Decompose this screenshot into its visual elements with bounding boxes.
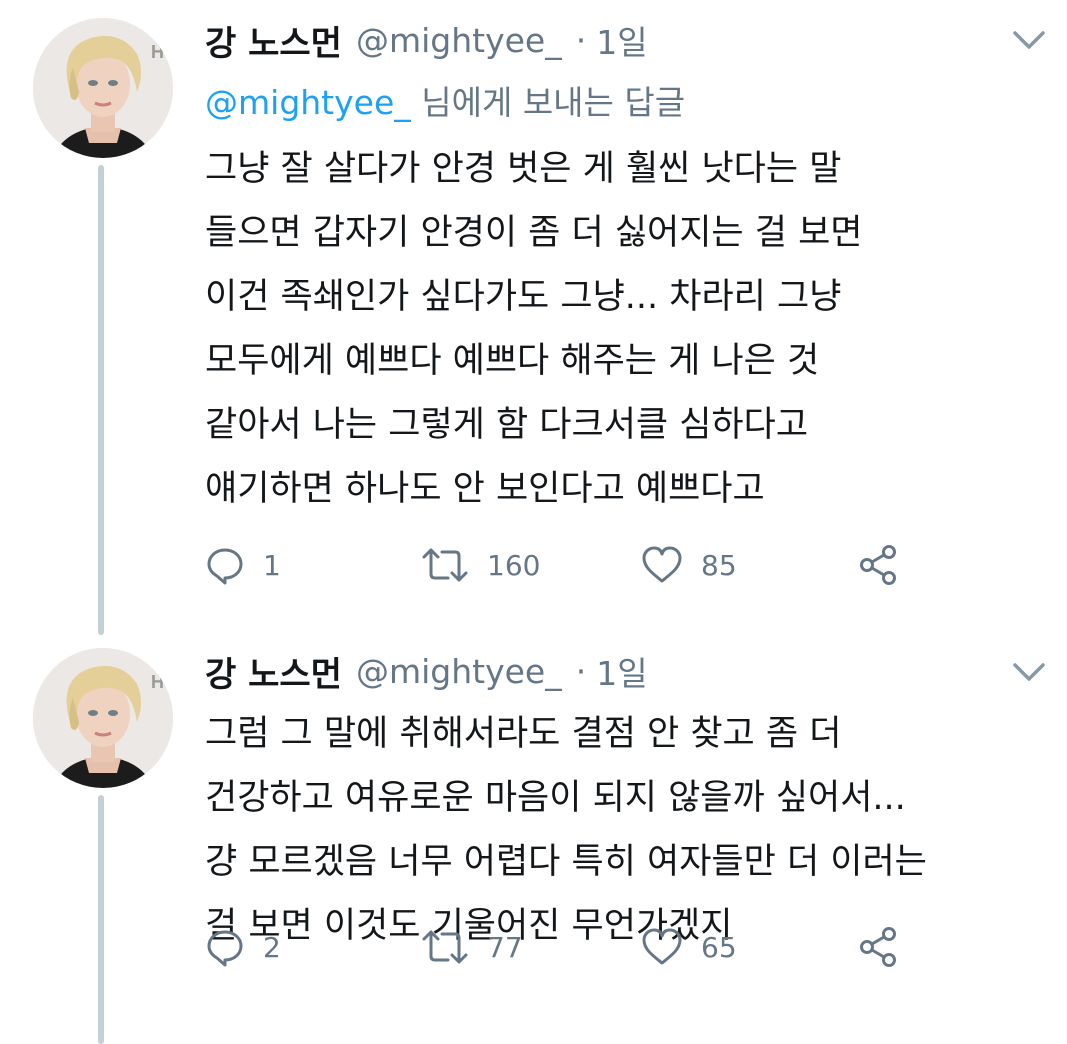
replying-suffix: 님에게 보내는 답글 bbox=[410, 83, 686, 122]
avatar[interactable]: H bbox=[33, 18, 173, 158]
retweet-button[interactable]: 77 bbox=[421, 922, 523, 972]
svg-text:H: H bbox=[151, 42, 164, 62]
tweet-header: 강 노스먼 @mightyee_ · 1일 bbox=[205, 645, 648, 697]
like-icon bbox=[641, 927, 683, 967]
share-button[interactable] bbox=[857, 540, 901, 590]
mention-link[interactable]: @mightyee_ bbox=[205, 83, 411, 122]
tweet[interactable]: H 강 노스먼 @mightyee_ · 1일 그럼 그 말에 취해서라도 결점… bbox=[0, 640, 1067, 1044]
tweet-text-line: 이건 족쇄인가 싶다가도 그냥... 차라리 그냥 bbox=[205, 277, 842, 317]
tweet-text-line: 얘기하면 하나도 안 보인다고 예쁘다고 bbox=[205, 469, 765, 509]
timestamp[interactable]: 1일 bbox=[596, 647, 647, 695]
reply-button[interactable]: 1 bbox=[205, 540, 281, 590]
tweet-actions: 1 160 85 bbox=[205, 540, 925, 590]
tweet-actions: 2 77 65 bbox=[205, 922, 925, 972]
thread-line bbox=[98, 165, 104, 635]
user-handle[interactable]: @mightyee_ bbox=[356, 652, 562, 691]
separator: · bbox=[575, 20, 587, 60]
reply-count: 2 bbox=[263, 930, 281, 964]
display-name[interactable]: 강 노스먼 bbox=[205, 16, 342, 65]
chevron-down-icon[interactable] bbox=[1011, 28, 1047, 52]
user-handle[interactable]: @mightyee_ bbox=[356, 21, 562, 60]
reply-count: 1 bbox=[263, 548, 281, 582]
reply-icon bbox=[205, 927, 245, 967]
retweet-icon bbox=[421, 545, 469, 585]
tweet-header: 강 노스먼 @mightyee_ · 1일 bbox=[205, 14, 648, 66]
tweet-text-line: 그럼 그 말에 취해서라도 결점 안 찾고 좀 더 bbox=[205, 714, 842, 754]
display-name[interactable]: 강 노스먼 bbox=[205, 647, 342, 696]
like-icon bbox=[641, 545, 683, 585]
retweet-count: 160 bbox=[487, 548, 541, 582]
tweet-text-line: 건강하고 여유로운 마음이 되지 않을까 싶어서... bbox=[205, 778, 906, 818]
thread-line bbox=[98, 795, 104, 1044]
share-icon bbox=[857, 925, 901, 969]
chevron-down-icon[interactable] bbox=[1011, 660, 1047, 684]
like-count: 65 bbox=[701, 930, 737, 964]
reply-icon bbox=[205, 545, 245, 585]
tweet-text-line: 그냥 잘 살다가 안경 벗은 게 훨씬 낫다는 말 bbox=[205, 149, 842, 189]
tweet-text-line: 같아서 나는 그렇게 함 다크서클 심하다고 bbox=[205, 405, 809, 445]
retweet-count: 77 bbox=[487, 930, 523, 964]
tweet-text: 그럼 그 말에 취해서라도 결점 안 찾고 좀 더 건강하고 여유로운 마음이 … bbox=[205, 702, 1045, 958]
tweet-text-line: 모두에게 예쁘다 예쁘다 해주는 게 나은 것 bbox=[205, 341, 820, 381]
share-icon bbox=[857, 543, 901, 587]
tweet-text: 그냥 잘 살다가 안경 벗은 게 훨씬 낫다는 말 들으면 갑자기 안경이 좀 … bbox=[205, 137, 1045, 521]
retweet-button[interactable]: 160 bbox=[421, 540, 540, 590]
avatar[interactable]: H bbox=[33, 648, 173, 788]
tweet-text-line: 걍 모르겠음 너무 어렵다 특히 여자들만 더 이러는 bbox=[205, 842, 927, 882]
tweet-text-line: 들으면 갑자기 안경이 좀 더 싫어지는 걸 보면 bbox=[205, 213, 863, 253]
tweet[interactable]: H 강 노스먼 @mightyee_ · 1일 @mightyee_ 님에게 보… bbox=[0, 0, 1067, 635]
svg-text:H: H bbox=[151, 672, 164, 692]
share-button[interactable] bbox=[857, 922, 901, 972]
like-button[interactable]: 85 bbox=[641, 540, 737, 590]
like-button[interactable]: 65 bbox=[641, 922, 737, 972]
reply-button[interactable]: 2 bbox=[205, 922, 281, 972]
retweet-icon bbox=[421, 927, 469, 967]
timestamp[interactable]: 1일 bbox=[596, 16, 647, 64]
like-count: 85 bbox=[701, 548, 737, 582]
replying-to: @mightyee_ 님에게 보내는 답글 bbox=[205, 76, 685, 124]
separator: · bbox=[575, 651, 587, 691]
